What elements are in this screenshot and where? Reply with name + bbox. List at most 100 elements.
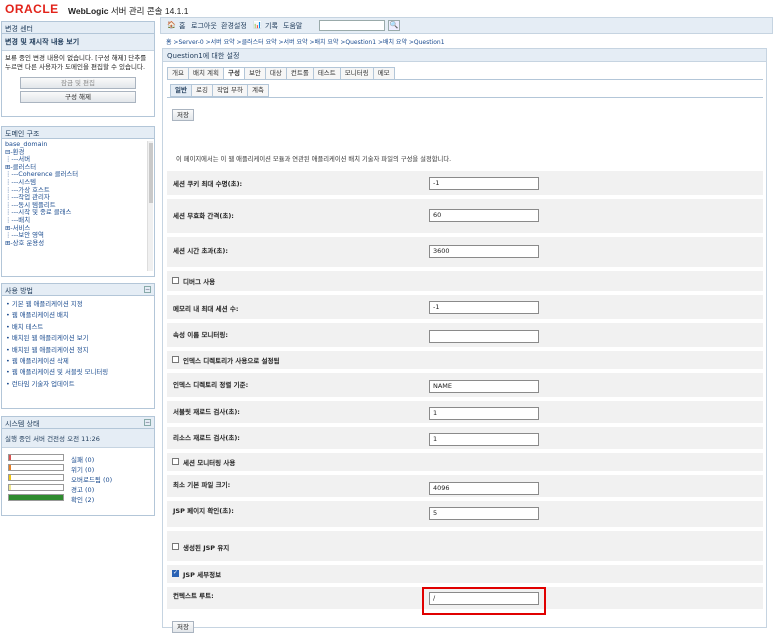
row-index-sort-by: 인덱스 디렉토리 정렬 기준: NAME (167, 373, 763, 397)
highlight-box (422, 587, 546, 615)
preferences-link[interactable]: 환경설정 (221, 21, 247, 31)
how-do-i-list: 기본 웹 애플리케이션 지정 웹 애플리케이션 배치 배치 테스트 배치된 웹 … (2, 296, 154, 393)
field-label: JSP 페이지 확인(초): (173, 507, 234, 515)
max-sessions-input[interactable]: -1 (429, 301, 539, 314)
index-directory-checkbox[interactable] (172, 356, 179, 363)
subtab-instrumentation[interactable]: 계측 (246, 84, 269, 97)
how-do-i-link[interactable]: 기본 웹 애플리케이션 지정 (6, 299, 150, 310)
domain-structure-title: 도메인 구조 (2, 127, 154, 139)
how-do-i-title-text: 사용 방법 (5, 287, 33, 295)
monitoring-attribute-input[interactable] (429, 330, 539, 343)
how-do-i-panel: 사용 방법 − 기본 웹 애플리케이션 지정 웹 애플리케이션 배치 배치 테스트… (1, 283, 155, 409)
logout-link[interactable]: 로그아웃 (191, 21, 217, 31)
field-label: 인덱스 디렉토리 정렬 기준: (173, 381, 249, 389)
system-status-title-text: 시스템 상태 (5, 420, 40, 428)
domain-tree: base_domain ⊟-환경 ⋮---서버 ⊞-클러스터 ⋮---Coher… (2, 139, 154, 275)
jsp-verbose-checkbox[interactable] (172, 569, 179, 577)
change-center-title: 변경 센터 (2, 22, 154, 34)
session-monitoring-checkbox[interactable] (172, 458, 179, 465)
tree-item[interactable]: ⊞-상호 운용성 (5, 239, 151, 248)
status-label[interactable]: 확인 (2) (71, 494, 94, 504)
row-jsp-verbose: JSP 세부정보 (167, 565, 763, 583)
search-icon[interactable]: 🔍 (388, 20, 400, 31)
field-label: 세션 쿠키 최대 수명(초): (173, 180, 243, 188)
home-link[interactable]: 홈 (179, 21, 185, 31)
debug-checkbox[interactable] (172, 277, 179, 284)
change-center-panel: 변경 센터 변경 및 재시작 내용 보기 보류 중인 변경 내용이 없습니다. … (1, 21, 155, 117)
field-label: 세션 무효화 간격(초): (173, 212, 234, 220)
lock-edit-button[interactable]: 잠금 및 편집 (20, 77, 136, 89)
release-config-button[interactable]: 구성 해제 (20, 91, 136, 103)
subtabs-divider (167, 97, 763, 98)
breadcrumb[interactable]: 홈 >Server-0 >서버 요약 >클러스터 요약 >서버 요약 >배치 요… (166, 37, 445, 46)
server-health-subtitle: 실행 중인 서버 건전성 오전 11:26 (2, 429, 154, 448)
row-servlet-reload: 서블릿 재로드 검사(초): 1 (167, 401, 763, 423)
how-do-i-link[interactable]: 웹 애플리케이션 배치 (6, 310, 150, 321)
field-label: 서블릿 재로드 검사(초): (173, 408, 240, 416)
save-button-bottom[interactable]: 저장 (172, 621, 194, 633)
search-input[interactable] (319, 20, 385, 31)
row-session-cookie-max-age: 세션 쿠키 최대 수명(초): -1 (167, 171, 763, 195)
how-do-i-link[interactable]: 배치된 웹 애플리케이션 보기 (6, 333, 150, 344)
field-label: 세션 시간 초과(초): (173, 247, 228, 255)
tree-scrollbar-thumb[interactable] (149, 143, 153, 203)
row-index-directory: 인덱스 디렉토리가 사용으로 설정됨 (167, 351, 763, 369)
field-label: 최소 기본 파일 크기: (173, 481, 231, 489)
left-column: 변경 센터 변경 및 재시작 내용 보기 보류 중인 변경 내용이 없습니다. … (0, 17, 156, 630)
collapse-icon[interactable]: − (144, 286, 151, 293)
row-session-timeout: 세션 시간 초과(초): 3600 (167, 237, 763, 267)
view-changes-link[interactable]: 변경 및 재시작 내용 보기 (2, 34, 154, 51)
help-link[interactable]: 도움말 (283, 21, 302, 31)
subtab-logging[interactable]: 로깅 (190, 84, 212, 97)
row-session-invalidation: 세션 무효화 간격(초): 60 (167, 199, 763, 233)
tree-item[interactable]: base_domain (5, 140, 151, 149)
system-status-panel: 시스템 상태 − 실행 중인 서버 건전성 오전 11:26 실패 (0) 위기 … (1, 416, 155, 516)
jsp-page-check-input[interactable]: 5 (429, 507, 539, 520)
min-native-file-size-input[interactable]: 4096 (429, 482, 539, 495)
status-row-critical: 위기 (0) (8, 463, 154, 474)
index-sort-by-input[interactable]: NAME (429, 380, 539, 393)
product-title-weblogic: WebLogic (68, 6, 109, 16)
session-invalidation-input[interactable]: 60 (429, 209, 539, 222)
field-label: 속성 이름 모니터링: (173, 331, 228, 339)
status-bar-fill (9, 455, 11, 460)
row-keep-generated-jsp: 생성된 JSP 유지 (167, 531, 763, 561)
how-do-i-link[interactable]: 배치된 웹 애플리케이션 정지 (6, 345, 150, 356)
subtab-general[interactable]: 일반 (170, 84, 191, 97)
main-content: 🏠 홈 로그아웃 환경설정 📊 기록 도움말 🔍 홈 >Server-0 >서버… (160, 17, 773, 633)
how-do-i-link[interactable]: 런타임 기술자 업데이트 (6, 379, 150, 390)
record-link[interactable]: 기록 (265, 21, 278, 31)
status-bar (8, 494, 64, 501)
how-do-i-link[interactable]: 웹 애플리케이션 삭제 (6, 356, 150, 367)
checkbox-label: 디버그 사용 (183, 278, 216, 286)
checkbox-label: 세션 모니터링 사용 (183, 459, 236, 467)
status-bar (8, 464, 64, 471)
how-do-i-link[interactable]: 웹 애플리케이션 및 서블릿 모니터링 (6, 367, 150, 378)
how-do-i-link[interactable]: 배치 테스트 (6, 322, 150, 333)
sub-tabs: 일반 로깅 작업 부하 계측 (170, 84, 269, 97)
record-icon[interactable]: 📊 (253, 21, 262, 29)
row-session-monitoring: 세션 모니터링 사용 (167, 453, 763, 471)
status-bar (8, 474, 64, 481)
servlet-reload-input[interactable]: 1 (429, 407, 539, 420)
status-bar-fill (9, 465, 11, 470)
session-timeout-input[interactable]: 3600 (429, 245, 539, 258)
status-row-warning: 경고 (0) (8, 483, 154, 494)
session-cookie-max-age-input[interactable]: -1 (429, 177, 539, 190)
home-icon[interactable]: 🏠 (167, 21, 176, 29)
checkbox-label: 인덱스 디렉토리가 사용으로 설정됨 (183, 357, 280, 365)
tabs-divider (167, 79, 763, 80)
subtab-workload[interactable]: 작업 부하 (211, 84, 247, 97)
tree-scrollbar[interactable] (147, 141, 153, 271)
system-status-title: 시스템 상태 − (2, 417, 154, 429)
status-row-overloaded: 오버로드됨 (0) (8, 473, 154, 484)
settings-title: Question1에 대한 설정 (163, 49, 766, 62)
status-bar-fill (9, 495, 63, 500)
row-min-native-file-size: 최소 기본 파일 크기: 4096 (167, 475, 763, 497)
save-button[interactable]: 저장 (172, 109, 194, 121)
collapse-icon[interactable]: − (144, 419, 151, 426)
keep-generated-jsp-checkbox[interactable] (172, 543, 179, 550)
status-bar-fill (9, 475, 11, 480)
product-title-rest: 서버 관리 콘솔 14.1.1 (110, 6, 189, 16)
resource-reload-input[interactable]: 1 (429, 433, 539, 446)
